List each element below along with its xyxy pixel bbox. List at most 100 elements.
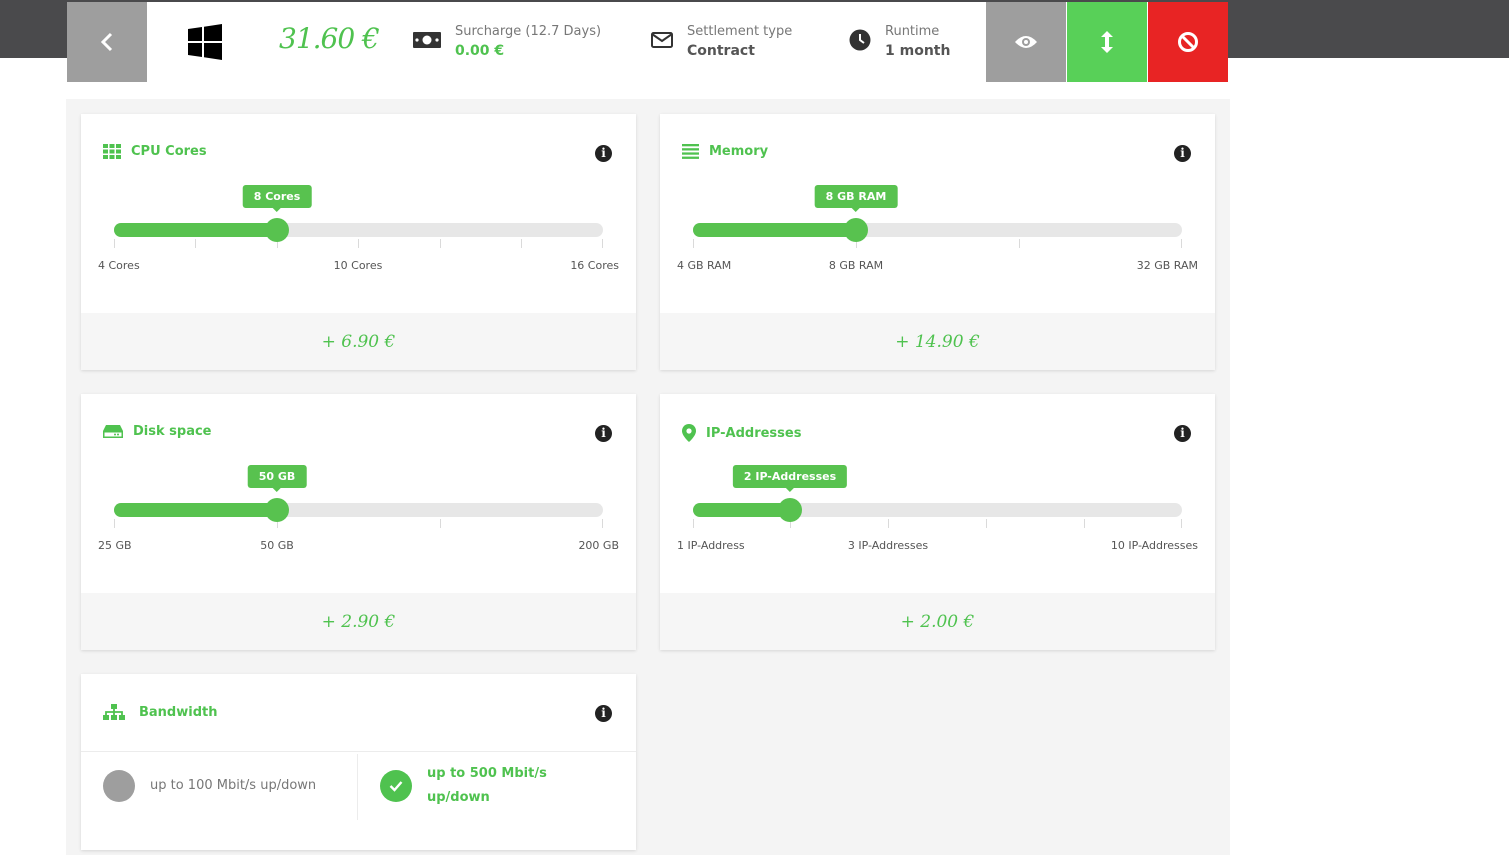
bandwidth-option-100[interactable]: up to 100 Mbit/s up/down <box>103 770 316 802</box>
memory-title: Memory <box>709 144 769 159</box>
divider <box>81 751 636 752</box>
ip-header: IP-Addresses <box>682 424 801 442</box>
slider-tick <box>888 519 889 528</box>
disk-card: Disk space i 50 GB 25 GB 50 GB 200 GB + … <box>81 394 636 650</box>
slider-fill <box>693 223 856 237</box>
slider-tick <box>1084 519 1085 528</box>
ip-mid-label: 3 IP-Addresses <box>847 539 929 552</box>
cpu-slider[interactable]: 8 Cores <box>114 185 603 248</box>
memory-min-label: 4 GB RAM <box>677 259 732 272</box>
ban-icon <box>1178 32 1198 52</box>
disk-slider[interactable]: 50 GB <box>114 465 603 528</box>
cpu-price-footer: + 6.90 € <box>81 313 636 370</box>
disk-price-footer: + 2.90 € <box>81 593 636 650</box>
slider-value-bubble: 8 Cores <box>242 185 312 212</box>
eye-icon <box>1015 36 1037 48</box>
bandwidth-option-100-label: up to 100 Mbit/s up/down <box>150 778 317 793</box>
grid-icon <box>103 144 121 159</box>
slider-tick <box>1181 519 1182 528</box>
cpu-info-icon[interactable]: i <box>595 145 612 162</box>
radio-unselected[interactable] <box>103 770 135 802</box>
list-icon <box>682 144 699 159</box>
slider-value-bubble: 50 GB <box>247 465 307 492</box>
slider-tick <box>521 239 522 248</box>
cpu-price: + 6.90 € <box>321 331 396 352</box>
envelope-icon <box>651 32 673 48</box>
runtime-value: 1 month <box>885 43 951 59</box>
slider-tick <box>440 519 441 528</box>
disk-info-icon[interactable]: i <box>595 425 612 442</box>
bandwidth-option-500-label: up to 500 Mbit/s up/down <box>427 762 547 810</box>
hard-drive-icon <box>103 425 123 438</box>
slider-handle[interactable] <box>778 498 802 522</box>
ip-max-label: 10 IP-Addresses <box>1110 539 1198 552</box>
disk-max-label: 200 GB <box>578 539 619 552</box>
bandwidth-option-500-line2: up/down <box>427 790 490 805</box>
memory-mid-label: 8 GB RAM <box>828 259 884 272</box>
slider-tick <box>114 239 115 248</box>
slider-tick <box>602 239 603 248</box>
slider-value-bubble: 2 IP-Addresses <box>732 465 848 492</box>
server-summary-bar: 31.60 € Surcharge (12.7 Days) 0.00 € Set… <box>67 2 1228 82</box>
slider-handle[interactable] <box>844 218 868 242</box>
memory-info-icon[interactable]: i <box>1174 145 1191 162</box>
bandwidth-option-500[interactable]: up to 500 Mbit/s up/down <box>380 762 547 810</box>
cpu-max-label: 16 Cores <box>570 259 619 272</box>
map-marker-icon <box>682 424 696 442</box>
surcharge-info: Surcharge (12.7 Days) 0.00 € <box>413 24 601 62</box>
bandwidth-card: Bandwidth i up to 100 Mbit/s up/down up … <box>81 674 636 850</box>
preview-button[interactable] <box>986 2 1066 82</box>
disk-mid-label: 50 GB <box>260 539 294 552</box>
slider-tick <box>1019 239 1020 248</box>
slider-tick <box>114 519 115 528</box>
arrows-vertical-icon <box>1101 31 1113 53</box>
cancel-button[interactable] <box>1148 2 1228 82</box>
slider-tick <box>1181 239 1182 248</box>
cpu-mid-label: 10 Cores <box>333 259 383 272</box>
ip-card: IP-Addresses i 2 IP-Addresses 1 IP-Addre… <box>660 394 1215 650</box>
slider-fill <box>114 223 277 237</box>
ip-price-footer: + 2.00 € <box>660 593 1215 650</box>
memory-header: Memory <box>682 144 768 159</box>
ip-price: + 2.00 € <box>900 611 975 632</box>
settlement-label: Settlement type <box>687 24 793 39</box>
ip-slider[interactable]: 2 IP-Addresses <box>693 465 1182 528</box>
bandwidth-option-500-line1: up to 500 Mbit/s <box>427 766 547 781</box>
slider-tick <box>602 519 603 528</box>
slider-handle[interactable] <box>265 218 289 242</box>
check-icon <box>389 781 403 792</box>
windows-icon <box>188 24 222 60</box>
clock-icon <box>849 29 871 51</box>
disk-min-label: 25 GB <box>98 539 132 552</box>
slider-tick <box>693 519 694 528</box>
total-price: 31.60 € <box>279 22 380 55</box>
surcharge-label: Surcharge (12.7 Days) <box>455 24 602 39</box>
back-button[interactable] <box>67 2 147 82</box>
settlement-info: Settlement type Contract <box>651 24 792 62</box>
runtime-label: Runtime <box>885 24 940 39</box>
cpu-min-label: 4 Cores <box>98 259 140 272</box>
slider-tick <box>693 239 694 248</box>
bandwidth-title: Bandwidth <box>139 705 218 720</box>
ip-info-icon[interactable]: i <box>1174 425 1191 442</box>
summary-info: 31.60 € Surcharge (12.7 Days) 0.00 € Set… <box>147 2 985 82</box>
ip-title: IP-Addresses <box>706 425 802 441</box>
surcharge-value: 0.00 € <box>455 43 505 59</box>
memory-max-label: 32 GB RAM <box>1136 259 1198 272</box>
ip-min-label: 1 IP-Address <box>677 539 745 552</box>
cpu-card: CPU Cores i 8 Cores 4 Cores 10 Cores 16 … <box>81 114 636 370</box>
money-icon <box>413 32 441 48</box>
config-panel: CPU Cores i 8 Cores 4 Cores 10 Cores 16 … <box>66 99 1230 855</box>
cpu-title: CPU Cores <box>131 144 207 159</box>
slider-tick <box>358 239 359 248</box>
bandwidth-info-icon[interactable]: i <box>595 705 612 722</box>
slider-tick <box>440 239 441 248</box>
radio-selected[interactable] <box>380 770 412 802</box>
slider-handle[interactable] <box>265 498 289 522</box>
memory-price-footer: + 14.90 € <box>660 313 1215 370</box>
memory-slider[interactable]: 8 GB RAM <box>693 185 1182 248</box>
disk-title: Disk space <box>133 424 212 439</box>
disk-price: + 2.90 € <box>321 611 396 632</box>
resize-button[interactable] <box>1067 2 1147 82</box>
memory-card: Memory i 8 GB RAM 4 GB RAM 8 GB RAM 32 G… <box>660 114 1215 370</box>
